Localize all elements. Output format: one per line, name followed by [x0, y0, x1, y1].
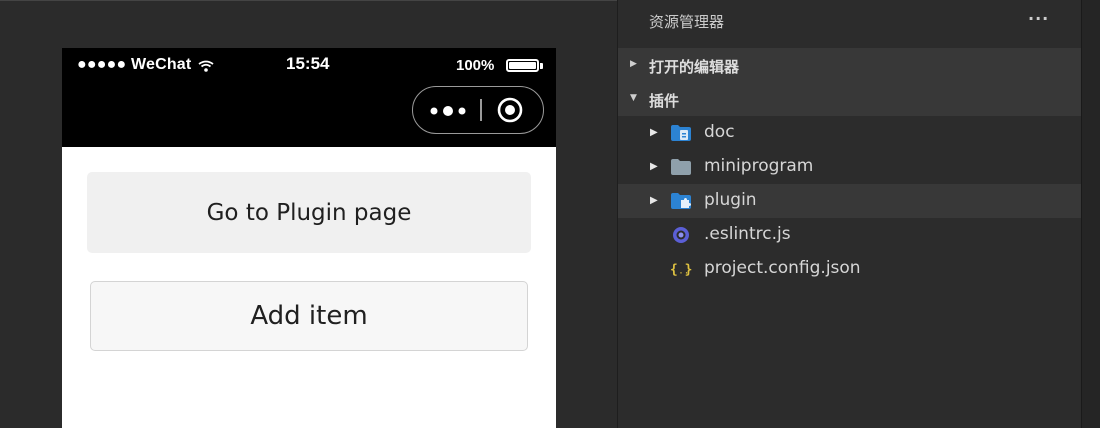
close-target-icon[interactable] — [497, 97, 523, 123]
menu-capsule — [412, 86, 544, 134]
phone-screen: ●●●●● WeChat 15:54 100% Go to Plugin pag… — [62, 48, 556, 428]
json-icon: { .. } — [670, 263, 692, 278]
more-dots-icon[interactable] — [429, 104, 467, 118]
section-open-editors[interactable]: ▶ 打开的编辑器 — [618, 48, 1081, 82]
status-time: 15:54 — [286, 54, 330, 73]
tree-item-label: .eslintrc.js — [704, 224, 791, 244]
battery-icon — [506, 59, 539, 72]
go-to-plugin-button[interactable]: Go to Plugin page — [87, 172, 531, 253]
more-actions-icon[interactable]: ··· — [1028, 9, 1049, 28]
chevron-right-icon: ▶ — [650, 127, 658, 138]
folder-plugin-icon — [671, 193, 691, 209]
tree-item-eslintrc[interactable]: .eslintrc.js — [618, 218, 1081, 252]
wifi-icon — [198, 60, 214, 72]
folder-doc-icon — [671, 125, 691, 141]
chevron-right-icon: ▶ — [650, 195, 658, 206]
add-item-button[interactable]: Add item — [90, 281, 528, 351]
capsule-divider — [480, 99, 482, 121]
section-open-editors-label: 打开的编辑器 — [649, 58, 740, 76]
chevron-right-icon: ▶ — [630, 59, 637, 69]
section-plugin-root-label: 插件 — [649, 92, 680, 110]
tree-item-miniprogram[interactable]: ▶ miniprogram — [618, 150, 1081, 184]
section-plugin-root[interactable]: ▼ 插件 — [618, 82, 1081, 116]
explorer-panel: 资源管理器 ··· ▶ 打开的编辑器 ▼ 插件 ▶ doc ▶ miniprog… — [618, 0, 1081, 428]
chevron-right-icon: ▶ — [650, 161, 658, 172]
tree-item-label: project.config.json — [704, 258, 861, 278]
chevron-down-icon: ▼ — [630, 93, 637, 103]
battery-tip-icon — [540, 63, 543, 69]
explorer-title: 资源管理器 — [649, 13, 725, 31]
tree-item-label: plugin — [704, 190, 757, 210]
simulator-panel: ●●●●● WeChat 15:54 100% Go to Plugin pag… — [0, 0, 617, 428]
tree-item-doc[interactable]: ▶ doc — [618, 116, 1081, 150]
svg-text:}: } — [685, 263, 692, 278]
folder-icon — [671, 159, 691, 175]
status-carrier: ●●●●● WeChat — [77, 56, 192, 73]
svg-text:{: { — [670, 263, 678, 278]
right-scroll-strip[interactable] — [1081, 0, 1100, 428]
tree-item-plugin[interactable]: ▶ plugin — [618, 184, 1081, 218]
navigation-bar: ●●●●● WeChat 15:54 100% — [62, 48, 556, 147]
tree-item-label: doc — [704, 122, 735, 142]
tree-item-project-config[interactable]: { .. } project.config.json — [618, 252, 1081, 286]
status-battery-percent: 100% — [456, 57, 495, 74]
eslint-icon — [673, 227, 689, 243]
tree-item-label: miniprogram — [704, 156, 814, 176]
simulator-top-border — [0, 0, 617, 1]
